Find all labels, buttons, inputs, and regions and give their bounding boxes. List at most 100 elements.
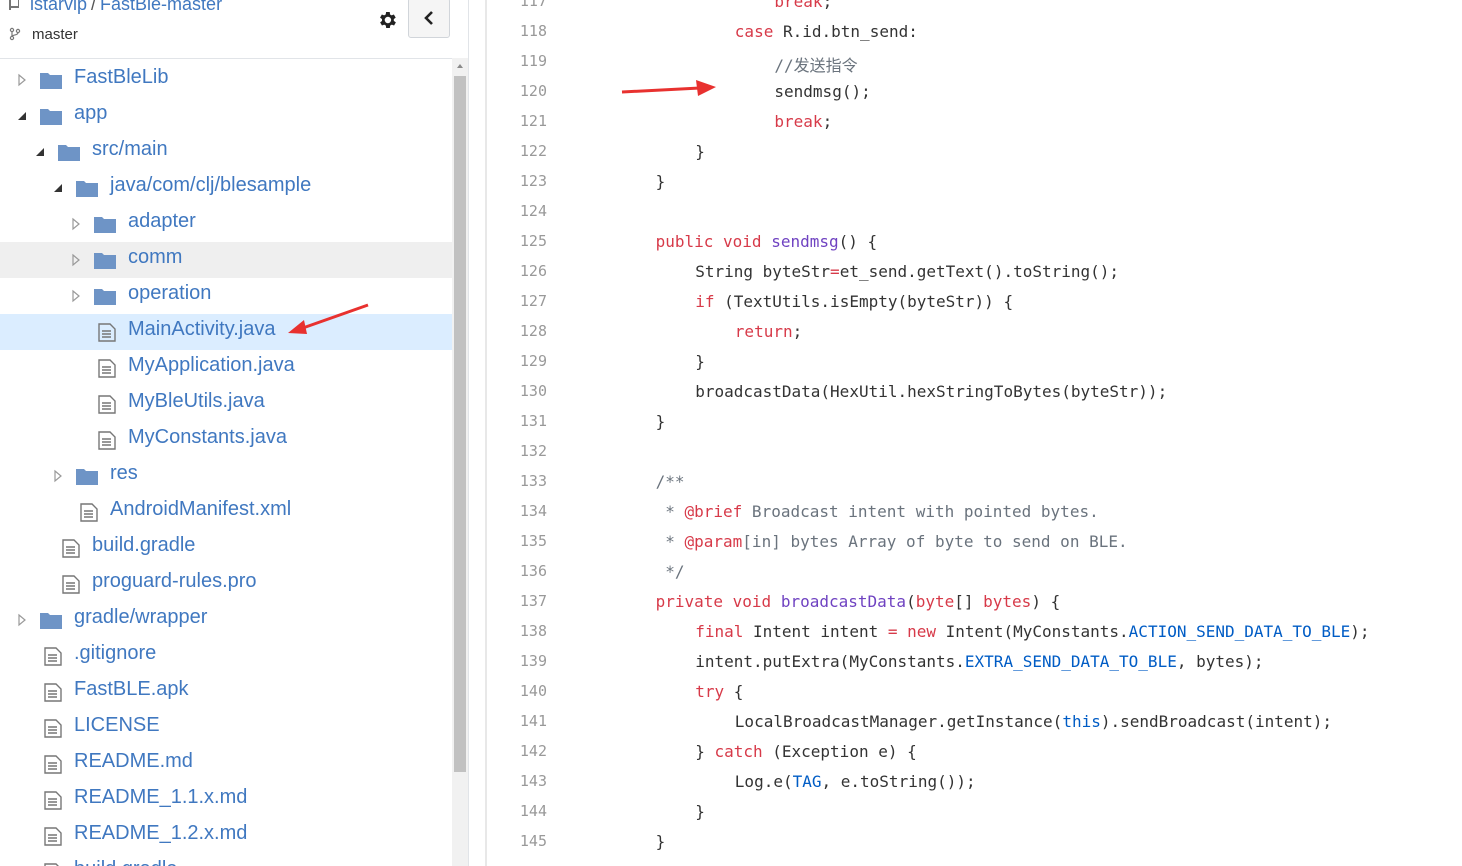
- line-number[interactable]: 139: [487, 652, 547, 670]
- code-text: }: [656, 412, 666, 431]
- tree-item-label[interactable]: gradle/wrapper: [74, 606, 207, 629]
- tree-item-label[interactable]: proguard-rules.pro: [92, 570, 257, 593]
- tree-item-label[interactable]: MyBleUtils.java: [128, 390, 265, 413]
- tree-file-row[interactable]: proguard-rules.pro: [0, 566, 452, 602]
- scrollbar-thumb[interactable]: [454, 76, 466, 772]
- tree-item-label[interactable]: MainActivity.java: [128, 318, 275, 341]
- tree-file-row[interactable]: README_1.2.x.md: [0, 818, 452, 854]
- line-number[interactable]: 124: [487, 202, 547, 220]
- caret-right-icon[interactable]: [16, 73, 28, 87]
- code-text: intent.putExtra(MyConstants.EXTRA_SEND_D…: [695, 652, 1263, 671]
- tree-item-label[interactable]: README.md: [74, 750, 193, 773]
- tree-folder-row[interactable]: app: [0, 98, 452, 134]
- caret-right-icon[interactable]: [70, 253, 82, 267]
- line-number[interactable]: 119: [487, 52, 547, 70]
- tree-item-label[interactable]: app: [74, 102, 107, 125]
- line-number[interactable]: 145: [487, 832, 547, 850]
- tree-file-row[interactable]: MainActivity.java: [0, 314, 452, 350]
- tree-item-label[interactable]: .gitignore: [74, 642, 156, 665]
- tree-file-row[interactable]: AndroidManifest.xml: [0, 494, 452, 530]
- line-number[interactable]: 120: [487, 82, 547, 100]
- sidebar-scrollbar[interactable]: [452, 58, 468, 866]
- caret-down-icon[interactable]: [16, 109, 28, 123]
- tree-item-label[interactable]: AndroidManifest.xml: [110, 498, 291, 521]
- line-number[interactable]: 140: [487, 682, 547, 700]
- line-number[interactable]: 143: [487, 772, 547, 790]
- caret-right-icon[interactable]: [52, 469, 64, 483]
- file-icon: [44, 755, 62, 774]
- caret-right-icon[interactable]: [70, 217, 82, 231]
- tree-item-label[interactable]: src/main: [92, 138, 168, 161]
- line-number[interactable]: 141: [487, 712, 547, 730]
- tree-file-row[interactable]: README.md: [0, 746, 452, 782]
- tree-file-row[interactable]: MyBleUtils.java: [0, 386, 452, 422]
- caret-right-icon[interactable]: [16, 613, 28, 627]
- line-number[interactable]: 136: [487, 562, 547, 580]
- repo-name-link[interactable]: FastBle-master: [100, 0, 222, 14]
- line-number[interactable]: 131: [487, 412, 547, 430]
- code-token: String byteStr: [695, 262, 831, 281]
- line-number[interactable]: 126: [487, 262, 547, 280]
- line-number[interactable]: 137: [487, 592, 547, 610]
- tree-folder-row[interactable]: java/com/clj/blesample: [0, 170, 452, 206]
- line-number[interactable]: 133: [487, 472, 547, 490]
- tree-file-row[interactable]: .gitignore: [0, 638, 452, 674]
- tree-file-row[interactable]: LICENSE: [0, 710, 452, 746]
- tree-item-label[interactable]: adapter: [128, 210, 196, 233]
- tree-folder-row[interactable]: src/main: [0, 134, 452, 170]
- line-number[interactable]: 125: [487, 232, 547, 250]
- code-token: LocalBroadcastManager.getInstance(: [734, 712, 1063, 731]
- tree-file-row[interactable]: FastBLE.apk: [0, 674, 452, 710]
- tree-file-row[interactable]: MyApplication.java: [0, 350, 452, 386]
- tree-file-row[interactable]: MyConstants.java: [0, 422, 452, 458]
- code-token: btn_send: [831, 22, 909, 41]
- line-number[interactable]: 128: [487, 322, 547, 340]
- tree-item-label[interactable]: FastBLE.apk: [74, 678, 189, 701]
- caret-down-icon[interactable]: [34, 145, 46, 159]
- line-number[interactable]: 132: [487, 442, 547, 460]
- tree-item-label[interactable]: java/com/clj/blesample: [110, 174, 311, 197]
- tree-folder-row[interactable]: comm: [0, 242, 452, 278]
- tree-item-label[interactable]: comm: [128, 246, 182, 269]
- tree-file-row[interactable]: build.gradle: [0, 530, 452, 566]
- scroll-up-icon[interactable]: [452, 58, 468, 74]
- tree-item-label[interactable]: README_1.2.x.md: [74, 822, 247, 845]
- line-number[interactable]: 122: [487, 142, 547, 160]
- tree-file-row[interactable]: README_1.1.x.md: [0, 782, 452, 818]
- code-text: */: [656, 562, 684, 581]
- tree-item-label[interactable]: build.gradle: [74, 858, 177, 866]
- tree-folder-row[interactable]: res: [0, 458, 452, 494]
- collapse-sidebar-button[interactable]: [408, 0, 450, 38]
- settings-button[interactable]: [373, 6, 401, 34]
- line-number[interactable]: 130: [487, 382, 547, 400]
- tree-folder-row[interactable]: FastBleLib: [0, 62, 452, 98]
- line-number[interactable]: 144: [487, 802, 547, 820]
- line-number[interactable]: 129: [487, 352, 547, 370]
- line-number[interactable]: 127: [487, 292, 547, 310]
- caret-right-icon[interactable]: [70, 289, 82, 303]
- tree-item-label[interactable]: res: [110, 462, 138, 485]
- caret-down-icon[interactable]: [52, 181, 64, 195]
- line-number[interactable]: 121: [487, 112, 547, 130]
- line-number[interactable]: 134: [487, 502, 547, 520]
- tree-folder-row[interactable]: gradle/wrapper: [0, 602, 452, 638]
- repo-owner-link[interactable]: istarvip: [30, 0, 87, 14]
- line-number[interactable]: 123: [487, 172, 547, 190]
- line-number[interactable]: 142: [487, 742, 547, 760]
- line-number[interactable]: 118: [487, 22, 547, 40]
- tree-item-label[interactable]: MyConstants.java: [128, 426, 287, 449]
- tree-item-label[interactable]: MyApplication.java: [128, 354, 295, 377]
- code-line: 129}: [487, 346, 1462, 376]
- tree-item-label[interactable]: FastBleLib: [74, 66, 169, 89]
- line-number[interactable]: 135: [487, 532, 547, 550]
- line-number[interactable]: 138: [487, 622, 547, 640]
- branch-name[interactable]: master: [32, 26, 78, 43]
- line-number[interactable]: 117: [487, 0, 547, 10]
- tree-file-row[interactable]: build.gradle: [0, 854, 452, 866]
- tree-item-label[interactable]: LICENSE: [74, 714, 160, 737]
- tree-folder-row[interactable]: adapter: [0, 206, 452, 242]
- tree-item-label[interactable]: README_1.1.x.md: [74, 786, 247, 809]
- tree-folder-row[interactable]: operation: [0, 278, 452, 314]
- tree-item-label[interactable]: build.gradle: [92, 534, 195, 557]
- tree-item-label[interactable]: operation: [128, 282, 211, 305]
